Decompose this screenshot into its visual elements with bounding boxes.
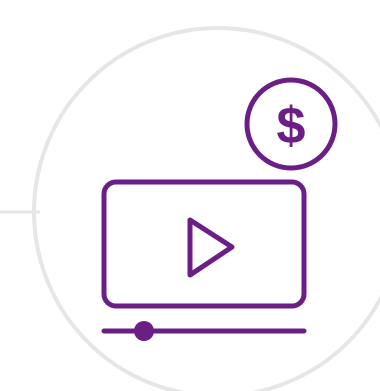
illustration-canvas: $ (0, 26, 380, 391)
video-player-frame-icon (101, 179, 307, 309)
progress-knob (134, 321, 154, 341)
currency-symbol: $ (277, 97, 306, 155)
background-ring (32, 26, 380, 391)
play-icon (187, 217, 235, 278)
paid-video-illustration: $ (0, 0, 380, 391)
